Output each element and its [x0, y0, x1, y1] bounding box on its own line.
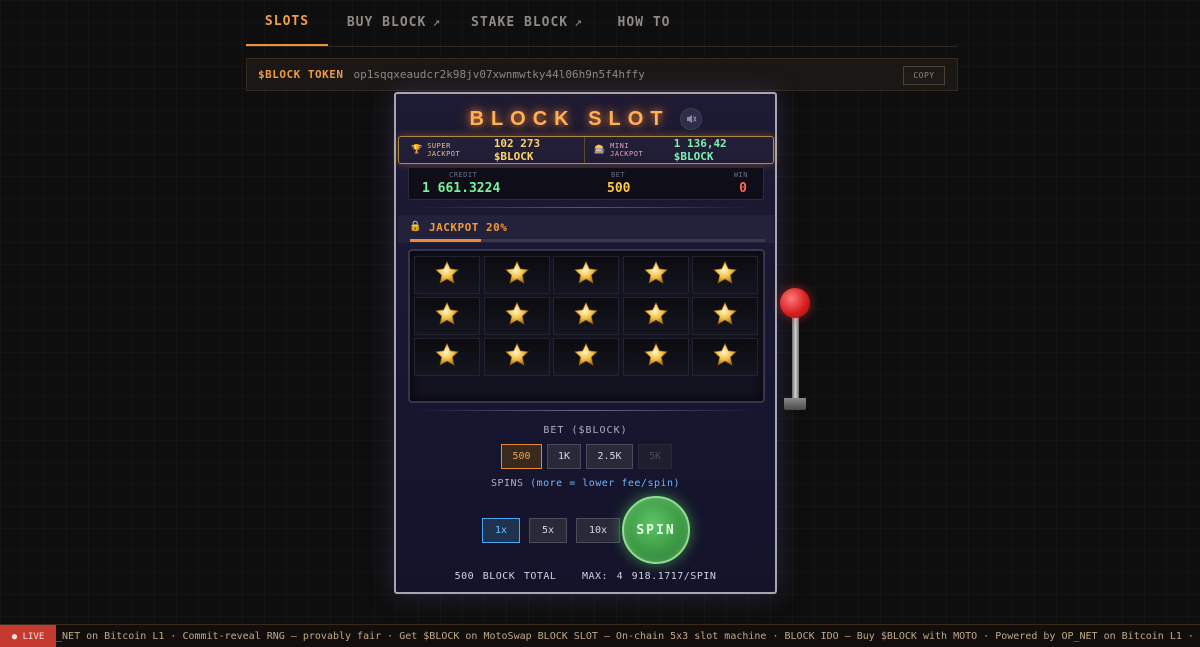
tab-buy-block-label: BUY BLOCK [346, 15, 427, 30]
reel-cell [414, 338, 480, 376]
live-badge: ● LIVE [0, 625, 56, 647]
jackpot-progress: 🔒 JACKPOT 20% [398, 215, 774, 243]
star-icon [712, 260, 738, 290]
credit-value: 1 661.3224 [422, 181, 501, 196]
ticker-text: P_NET on Bitcoin L1 · Commit-reveal RNG … [50, 630, 1200, 642]
super-jackpot-label: SUPER JACKPOT [427, 142, 461, 158]
reel-cell [692, 338, 758, 376]
spins-hint: (more = lower fee/spin) [530, 478, 681, 489]
star-icon [643, 301, 669, 331]
tab-buy-block[interactable]: BUY BLOCK ↗ [328, 0, 460, 46]
bet-options: 500 1K 2.5K 5K [501, 444, 672, 469]
lever-base [784, 398, 806, 410]
bet-option-1k[interactable]: 1K [547, 444, 581, 469]
jackpot-progress-fill [410, 239, 481, 242]
machine-title: BLOCK SLOT [469, 107, 670, 130]
token-bar: $BLOCK TOKEN op1sqqxeaudcr2k98jv07xwnmwt… [246, 58, 958, 91]
tab-slots-label: SLOTS [264, 14, 310, 29]
spin-button[interactable]: SPIN [622, 496, 690, 564]
credit-label: CREDIT [449, 171, 478, 179]
super-jackpot-value: 102 273 $BLOCK [493, 137, 541, 163]
external-link-icon: ↗ [432, 15, 442, 30]
reel-cell [414, 256, 480, 294]
reel-cell [483, 297, 550, 335]
star-icon [573, 260, 599, 290]
spins-info: SPINS (more = lower fee/spin) [396, 478, 775, 489]
reel-cell [622, 338, 689, 376]
reel-cell [692, 256, 758, 294]
bet-title: BET ($BLOCK) [543, 425, 628, 436]
lever-stick[interactable] [792, 316, 799, 400]
star-icon [434, 342, 460, 372]
top-nav: SLOTS BUY BLOCK ↗ STAKE BLOCK ↗ HOW TO [246, 0, 958, 47]
bet-option-2-5k[interactable]: 2.5K [586, 444, 633, 469]
bet-option-500[interactable]: 500 [501, 444, 542, 469]
reel-cell [622, 256, 689, 294]
reel-cell [622, 297, 689, 335]
lock-icon: 🔒 [409, 221, 422, 232]
star-icon [504, 260, 530, 290]
tab-slots[interactable]: SLOTS [246, 0, 328, 46]
bet-totals: 500 BLOCK TOTAL MAX: 4 918.1717/SPIN [454, 571, 717, 582]
star-icon [643, 342, 669, 372]
tab-stake-block[interactable]: STAKE BLOCK ↗ [460, 0, 594, 46]
super-jackpot: 🏆 SUPER JACKPOT 102 273 $BLOCK [399, 137, 585, 163]
mini-jackpot: 🎰 MINI JACKPOT 1 136,42 $BLOCK [585, 137, 773, 163]
slot-machine-icon: 🎰 [593, 145, 606, 155]
star-icon [712, 342, 738, 372]
jackpot-progress-track [410, 239, 765, 242]
reel-cell [553, 256, 619, 294]
star-icon [434, 260, 460, 290]
tab-stake-block-label: STAKE BLOCK [471, 15, 569, 30]
divider [416, 207, 755, 208]
bet-label: BET [611, 171, 626, 179]
star-icon [573, 342, 599, 372]
spin-count-5x[interactable]: 5x [529, 518, 567, 543]
stats-display: CREDIT 1 661.3224 BET 500 WIN 0 [408, 167, 764, 200]
reel-cell [553, 297, 619, 335]
token-label: $BLOCK TOKEN [258, 68, 344, 81]
mini-jackpot-value: 1 136,42 $BLOCK [673, 137, 727, 163]
reel-cell [483, 256, 550, 294]
star-icon [712, 301, 738, 331]
reel-cell [692, 297, 758, 335]
spin-count-options: 1x 5x 10x [482, 518, 620, 543]
spins-label: SPINS [490, 478, 524, 489]
trophy-icon: 🏆 [411, 145, 423, 155]
win-value: 0 [739, 181, 747, 196]
star-icon [504, 342, 530, 372]
token-address: op1sqqxeaudcr2k98jv07xwnmwtky44l06h9n5f4… [353, 68, 645, 81]
machine-header: BLOCK SLOT [396, 104, 775, 134]
spin-count-10x[interactable]: 10x [576, 518, 620, 543]
divider [416, 410, 755, 411]
bet-option-5k[interactable]: 5K [638, 444, 672, 469]
external-link-icon: ↗ [574, 15, 583, 30]
star-icon [504, 301, 530, 331]
bet-value: 500 [607, 181, 631, 196]
jackpot-panel: 🏆 SUPER JACKPOT 102 273 $BLOCK 🎰 MINI JA… [398, 136, 774, 164]
reel-grid [414, 256, 758, 376]
reel-cell [414, 297, 480, 335]
tab-how-to[interactable]: HOW TO [594, 0, 694, 46]
news-ticker: ● LIVE P_NET on Bitcoin L1 · Commit-reve… [0, 624, 1200, 647]
reels-window [408, 249, 765, 403]
star-icon [573, 301, 599, 331]
slot-machine: BLOCK SLOT 🏆 SUPER JACKPOT 102 273 $BLOC… [394, 92, 777, 594]
mini-jackpot-label: MINI JACKPOT [610, 142, 644, 158]
reel-cell [483, 338, 550, 376]
spin-count-1x[interactable]: 1x [482, 518, 520, 543]
star-icon [434, 301, 460, 331]
reel-cell [553, 338, 619, 376]
tab-how-to-label: HOW TO [617, 15, 671, 30]
star-icon [643, 260, 669, 290]
lever-handle[interactable] [780, 288, 810, 318]
win-label: WIN [733, 171, 748, 179]
sound-toggle-icon[interactable] [679, 108, 702, 130]
copy-button[interactable]: COPY [903, 66, 945, 85]
jackpot-progress-label: JACKPOT 20% [429, 221, 508, 234]
